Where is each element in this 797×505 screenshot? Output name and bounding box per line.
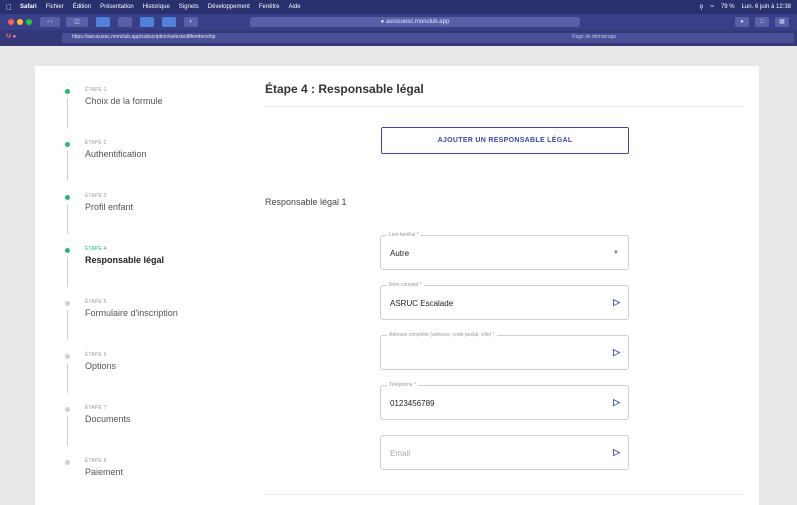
step-number: ÉTAPE 2 [85, 140, 107, 146]
address-bar[interactable]: ● asrucuesc.monclub.app [250, 17, 580, 27]
menu-signets[interactable]: Signets [179, 4, 199, 10]
divider [265, 494, 745, 495]
step-number: ÉTAPE 6 [85, 352, 107, 358]
gmail-icon[interactable]: M ● [6, 34, 16, 40]
back-forward-button[interactable]: ‹ › [40, 17, 60, 27]
autofill-icon[interactable]: ▷ [613, 397, 620, 408]
share-icon[interactable]: □ [755, 17, 769, 27]
field-value: ASRUC Escalade [390, 299, 454, 308]
step-dot [65, 195, 70, 200]
step-connector [67, 416, 68, 446]
autofill-icon[interactable]: ▷ [613, 347, 620, 358]
field-label: Téléphone * [387, 382, 418, 388]
step-dot [65, 301, 70, 306]
step-label: Formulaire d'inscription [85, 308, 178, 318]
address-field[interactable]: Adresse complète (adresse, code postal, … [380, 332, 629, 370]
address-text: asrucuesc.monclub.app [385, 19, 450, 25]
extension-icon[interactable] [118, 17, 132, 27]
menu-presentation[interactable]: Présentation [100, 4, 134, 10]
step-label: Responsable légal [85, 255, 165, 265]
field-label: Lien familial * [387, 232, 421, 238]
step-number: ÉTAPE 8 [85, 458, 107, 464]
step-number: ÉTAPE 4 [85, 246, 107, 252]
step-connector [67, 363, 68, 393]
step-dot [65, 460, 70, 465]
step-connector [67, 151, 68, 181]
sidebar-button[interactable]: ◫ [66, 17, 88, 27]
divider [265, 106, 745, 107]
add-legal-guardian-button[interactable]: AJOUTER UN RESPONSABLE LÉGAL [381, 127, 629, 154]
step-connector [67, 257, 68, 287]
field-placeholder: Email [390, 449, 411, 458]
menu-fichier[interactable]: Fichier [46, 4, 64, 10]
extension-icon[interactable] [140, 17, 154, 27]
step-number: ÉTAPE 1 [85, 87, 107, 93]
search-icon[interactable]: ⚲ [699, 4, 703, 11]
clock[interactable]: Lun. 6 juin à 12:38 [742, 4, 791, 10]
tab-start-page[interactable]: Page de démarrage [572, 34, 616, 40]
page-content: ÉTAPE 1 Choix de la formule ÉTAPE 2 Auth… [35, 66, 759, 505]
autofill-icon[interactable]: ▷ [613, 297, 620, 308]
step-connector [67, 310, 68, 340]
safari-toolbar: ‹ › ◫ ◐ ● asrucuesc.monclub.app ● □ ▦ M … [0, 14, 797, 46]
step-label: Profil enfant [85, 202, 134, 212]
relationship-select[interactable]: Lien familial * Autre ▼ [380, 232, 629, 270]
section-title: Responsable légal 1 [265, 197, 347, 207]
field-value: 0123456789 [390, 399, 435, 408]
step-label: Documents [85, 414, 131, 424]
step-number: ÉTAPE 5 [85, 299, 107, 305]
step-label: Choix de la formule [85, 96, 163, 106]
autofill-icon[interactable]: ▷ [613, 447, 620, 458]
menubar-status: ⚲ ≈ 79 % Lun. 6 juin à 12:38 [699, 4, 791, 11]
tab-row: M ● https://asrucuesc.monclub.app/subscr… [0, 30, 797, 46]
menu-safari[interactable]: Safari [20, 4, 37, 10]
menu-aide[interactable]: Aide [289, 4, 301, 10]
step-dot [65, 142, 70, 147]
phone-field[interactable]: Téléphone * 0123456789 ▷ [380, 382, 629, 420]
menu-edition[interactable]: Édition [73, 4, 91, 10]
macos-menubar:  Safari Fichier Édition Présentation Hi… [0, 0, 797, 14]
menu-historique[interactable]: Historique [143, 4, 170, 10]
download-icon[interactable]: ● [735, 17, 749, 27]
step-dot [65, 248, 70, 253]
close-window-button[interactable] [8, 19, 14, 25]
menu-fenetre[interactable]: Fenêtre [259, 4, 280, 10]
step-number: ÉTAPE 3 [85, 193, 107, 199]
step-label: Paiement [85, 467, 124, 477]
shield-icon[interactable]: ◐ [184, 17, 198, 27]
apple-icon[interactable]:  [6, 3, 12, 12]
field-value: Autre [390, 249, 410, 258]
stepper: ÉTAPE 1 Choix de la formule ÉTAPE 2 Auth… [35, 66, 220, 505]
email-field[interactable]: Email ▷ [380, 435, 629, 470]
step-dot [65, 354, 70, 359]
tab-active[interactable]: https://asrucuesc.monclub.app/subscripti… [62, 33, 794, 43]
step-connector [67, 98, 68, 128]
tab-title: https://asrucuesc.monclub.app/subscripti… [72, 34, 216, 40]
chevron-down-icon: ▼ [613, 250, 619, 256]
minimize-window-button[interactable] [17, 19, 23, 25]
step-label: Authentification [85, 149, 147, 159]
menu-developpement[interactable]: Développement [208, 4, 250, 10]
extension-icon[interactable] [96, 17, 110, 27]
step-dot [65, 407, 70, 412]
extension-icon[interactable] [162, 17, 176, 27]
field-label: Adresse complète (adresse, code postal, … [387, 332, 497, 338]
step-connector [67, 204, 68, 234]
field-label: Nom complet * [387, 282, 424, 288]
full-name-field[interactable]: Nom complet * ASRUC Escalade ▷ [380, 282, 629, 320]
step-label: Options [85, 361, 117, 371]
step-dot [65, 89, 70, 94]
step-number: ÉTAPE 7 [85, 405, 107, 411]
battery-level[interactable]: 79 % [721, 4, 735, 10]
wifi-icon[interactable]: ≈ [711, 4, 714, 10]
page-title: Étape 4 : Responsable légal [265, 82, 424, 96]
zoom-window-button[interactable] [26, 19, 32, 25]
tabs-icon[interactable]: ▦ [775, 17, 789, 27]
